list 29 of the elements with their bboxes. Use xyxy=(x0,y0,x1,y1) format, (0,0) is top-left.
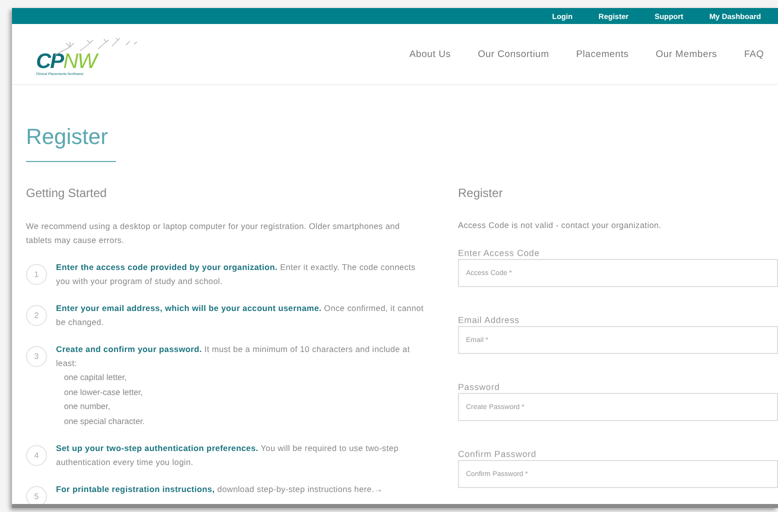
step-number: 4 xyxy=(26,445,47,466)
field-label: Confirm Password xyxy=(458,449,538,460)
requirement-text: one number, xyxy=(63,400,110,413)
nav-link[interactable]: FAQ xyxy=(744,48,764,60)
nav-link[interactable]: Our Consortium xyxy=(478,48,550,60)
nav-link[interactable]: Placements xyxy=(576,48,629,60)
step-text: Create and confirm your password. It must be a minimum of 10 characters and include at least: xyxy=(56,343,411,370)
logo-text[interactable]: CPNW xyxy=(36,50,96,72)
field-label: Email Address xyxy=(458,315,520,326)
step-number: 2 xyxy=(26,305,47,326)
step-number: 3 xyxy=(26,346,47,367)
nav-link[interactable]: About Us xyxy=(409,48,451,60)
intro-text: We recommend using a desktop or laptop computer for your registration. Older smartphones and tablets may cause errors. xyxy=(26,220,401,247)
field-label: Password xyxy=(458,382,501,393)
step-text: Enter your email address, which will be your account username. Once confirmed, it cannot be changed. xyxy=(56,302,424,329)
requirement-text: one lower-case letter, xyxy=(63,386,143,398)
section-heading: Getting Started xyxy=(26,185,107,201)
step-number: 1 xyxy=(26,264,47,285)
step-number: 5 xyxy=(26,486,47,504)
nav-link[interactable]: Our Members xyxy=(656,48,718,60)
step-text: Enter the access code provided by your organization. Enter it exactly. The code connects you with your program of study and school. xyxy=(56,261,416,288)
requirement-text: one special character. xyxy=(63,414,145,428)
requirement-text: one capital letter, xyxy=(63,371,127,384)
form-heading: Register xyxy=(458,185,503,201)
step-text: Set up your two-step authentication preferences. You will be required to use two-step authentication every time you login. xyxy=(56,442,400,469)
step-text: For printable registration instructions, download step-by-step instructions here.→ xyxy=(56,483,383,496)
page-title: Register xyxy=(26,126,108,148)
error-message: Access Code is not valid - contact your organization. xyxy=(458,219,662,232)
field-label: Enter Access Code xyxy=(458,248,541,259)
